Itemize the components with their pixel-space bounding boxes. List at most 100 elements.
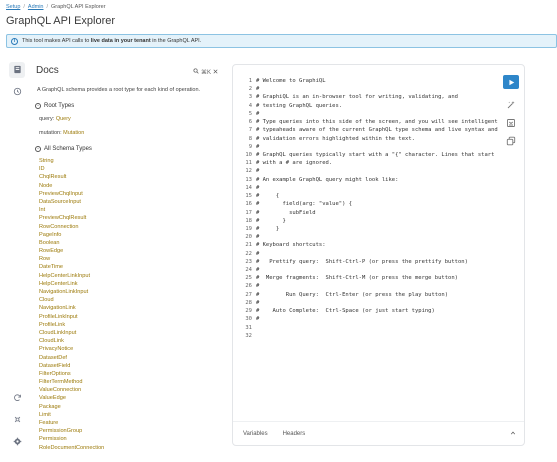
schema-type-item[interactable]: ProfileLinkInput (39, 313, 104, 321)
breadcrumb: Setup / Admin / GraphQL API Explorer (6, 4, 106, 10)
schema-type-item[interactable]: Limit (39, 411, 104, 419)
line-number: 6 (248, 119, 252, 126)
schema-type-item[interactable]: NavigationLink (39, 304, 104, 312)
code-area[interactable]: 1 # Welcome to GraphiQL 2 #3 # GraphiQL is a… (237, 77, 498, 340)
schema-type-item[interactable]: PrivacyNotice (39, 345, 104, 353)
schema-type-item[interactable]: ValueEdge (39, 394, 104, 402)
line-number: 29 (245, 308, 252, 315)
line-number: 16 (245, 201, 252, 208)
schema-type-item[interactable]: Row (39, 255, 104, 263)
merge-fragments-button[interactable] (506, 115, 516, 127)
schema-type-item[interactable]: PreviewChqlResult (39, 214, 104, 222)
schema-type-item[interactable]: DatasetDef (39, 354, 104, 362)
line-number: 20 (245, 234, 252, 241)
root-type-name[interactable]: Query (56, 116, 71, 122)
tab-variables[interactable]: Variables (243, 431, 268, 437)
chevron-up-icon[interactable] (510, 430, 516, 436)
root-type-query[interactable]: query: Query (39, 116, 71, 122)
code-line: 31 (237, 324, 498, 332)
line-text: # (256, 234, 260, 241)
schema-type-item[interactable]: String (39, 157, 104, 165)
settings-button[interactable] (9, 434, 25, 450)
schema-type-item[interactable]: ID (39, 165, 104, 173)
line-number: 30 (245, 316, 252, 323)
tab-headers[interactable]: Headers (283, 431, 306, 437)
refetch-schema-button[interactable] (9, 390, 25, 406)
line-text: # Merge fragments: Shift-Ctrl-M (or pres… (256, 275, 458, 282)
shortcuts-button[interactable] (9, 412, 25, 428)
schema-type-list: String ID ChqlResult Node PreviewChqlInput Da… (39, 157, 104, 452)
line-text: # field(arg: "value") { (256, 201, 353, 208)
line-text: # { (256, 193, 280, 200)
line-number: 10 (245, 151, 252, 158)
line-number: 9 (248, 143, 252, 150)
schema-type-item[interactable]: ProfileLink (39, 321, 104, 329)
schema-type-item[interactable]: HelpCenterLink (39, 280, 104, 288)
line-text: # with a # are ignored. (256, 160, 333, 167)
banner-text-before: This tool makes API calls to (22, 38, 90, 44)
run-query-button[interactable] (503, 75, 519, 89)
history-button[interactable] (9, 84, 25, 100)
schema-type-item[interactable]: DateTime (39, 263, 104, 271)
schema-type-item[interactable]: DatasetField (39, 362, 104, 370)
breadcrumb-setup[interactable]: Setup (6, 4, 20, 10)
code-line: 32 (237, 332, 498, 340)
refresh-icon (13, 389, 22, 407)
code-line: 7 # typeaheads aware of the current Graph… (237, 126, 498, 134)
close-icon[interactable] (213, 69, 218, 76)
schema-type-item[interactable]: Node (39, 182, 104, 190)
line-number: 31 (245, 324, 252, 331)
banner-text-bold: live data in your tenant (90, 38, 151, 44)
schema-type-item[interactable]: PermissionGroup (39, 427, 104, 435)
code-line: 28 # (237, 299, 498, 307)
line-number: 27 (245, 291, 252, 298)
schema-type-item[interactable]: Feature (39, 419, 104, 427)
line-number: 1 (248, 78, 252, 84)
info-banner: i This tool makes API calls to live data… (6, 34, 557, 48)
prettify-button[interactable] (506, 97, 516, 109)
schema-type-item[interactable]: FilterTermMethod (39, 378, 104, 386)
line-number: 14 (245, 184, 252, 191)
copy-query-button[interactable] (506, 133, 516, 146)
schema-type-item[interactable]: ChqlResult (39, 173, 104, 181)
line-number: 13 (245, 176, 252, 183)
schema-type-item[interactable]: NavigationLinkInput (39, 288, 104, 296)
schema-type-item[interactable]: RoleDocumentConnection (39, 444, 104, 452)
line-number: 4 (248, 102, 252, 109)
schema-type-item[interactable]: PreviewChqlInput (39, 190, 104, 198)
search-icon[interactable] (193, 68, 199, 76)
schema-type-item[interactable]: CloudLinkInput (39, 329, 104, 337)
schema-type-item[interactable]: ValueConnection (39, 386, 104, 394)
schema-type-item[interactable]: CloudLink (39, 337, 104, 345)
line-text: # Type queries into this side of the scr… (256, 119, 498, 126)
schema-type-item[interactable]: DataSourceInput (39, 198, 104, 206)
line-text: # An example GraphQL query might look li… (256, 176, 399, 183)
line-text: # (256, 299, 260, 306)
schema-type-item[interactable]: HelpCenterLinkInput (39, 272, 104, 280)
line-number: 3 (248, 94, 252, 101)
code-line: 1 # Welcome to GraphiQL (237, 77, 498, 85)
search-shortcut: ⌘K (201, 69, 212, 76)
line-text: # (256, 316, 260, 323)
schema-type-item[interactable]: Int (39, 206, 104, 214)
schema-type-item[interactable]: Permission (39, 435, 104, 443)
schema-type-item[interactable]: Package (39, 403, 104, 411)
schema-type-item[interactable]: PageInfo (39, 231, 104, 239)
code-line: 25 # Merge fragments: Shift-Ctrl-M (or pr… (237, 274, 498, 282)
breadcrumb-admin[interactable]: Admin (28, 4, 44, 10)
schema-type-item[interactable]: Boolean (39, 239, 104, 247)
schema-type-item[interactable]: Cloud (39, 296, 104, 304)
schema-type-item[interactable]: RowEdge (39, 247, 104, 255)
query-editor[interactable]: 1 # Welcome to GraphiQL 2 #3 # GraphiQL is a… (232, 64, 525, 446)
code-line: 5 # (237, 110, 498, 118)
breadcrumb-separator: / (46, 4, 49, 10)
docs-toggle-button[interactable] (9, 62, 25, 78)
schema-type-item[interactable]: RowConnection (39, 223, 104, 231)
line-number: 2 (248, 86, 252, 93)
line-text: # } (256, 217, 286, 224)
schema-type-item[interactable]: FilterOptions (39, 370, 104, 378)
root-type-mutation[interactable]: mutation: Mutation (39, 130, 84, 136)
banner-text: This tool makes API calls to live data i… (22, 38, 201, 44)
root-type-name[interactable]: Mutation (63, 130, 84, 136)
line-number: 19 (245, 225, 252, 232)
